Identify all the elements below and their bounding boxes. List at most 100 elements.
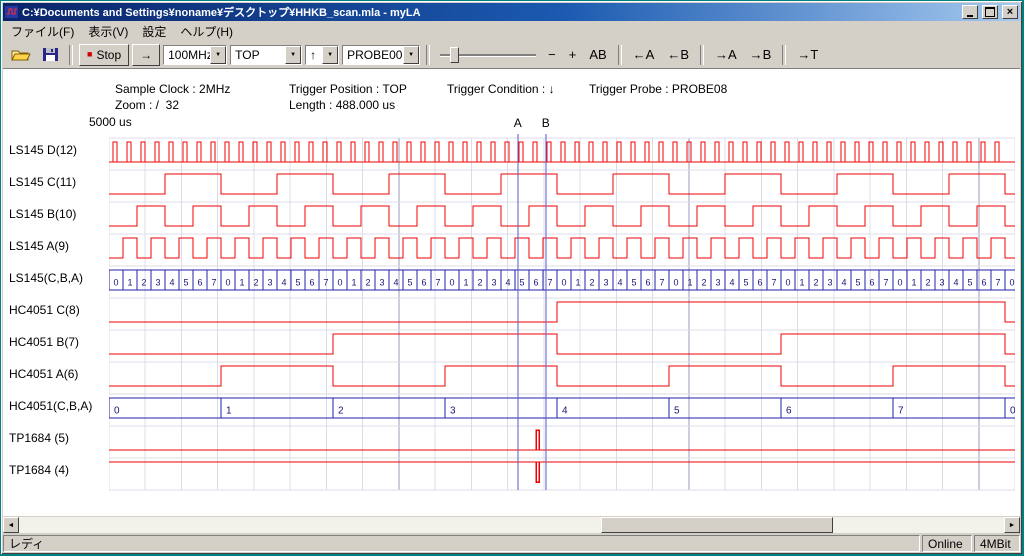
svg-text:3: 3 — [491, 278, 496, 288]
menu-help[interactable]: ヘルプ(H) — [173, 21, 240, 42]
goto-trigger-button[interactable]: →T — [792, 44, 823, 66]
waveform-canvas[interactable]: 0123456701234567012345670123456701234567… — [109, 132, 1015, 492]
sample-clock-value: 100MHz — [164, 48, 210, 62]
svg-text:7: 7 — [771, 278, 776, 288]
channel-label[interactable]: TP1684 (5) — [9, 431, 69, 445]
zoom-in-button[interactable]: + — [564, 44, 582, 66]
trigger-edge-value: ↑ — [306, 48, 322, 62]
trigger-probe-value: PROBE00 — [343, 48, 403, 62]
minimize-button[interactable] — [962, 5, 978, 19]
window-title: C:¥Documents and Settings¥noname¥デスクトップ¥… — [22, 4, 958, 20]
svg-text:3: 3 — [267, 278, 272, 288]
svg-text:2: 2 — [338, 406, 344, 417]
zoom-slider[interactable] — [440, 45, 536, 65]
channel-label[interactable]: TP1684 (4) — [9, 463, 69, 477]
svg-text:3: 3 — [939, 278, 944, 288]
toolbar-separator — [618, 45, 622, 65]
goto-cursor-a-left-button[interactable]: ←A — [628, 44, 660, 66]
trigger-position-info: Trigger Position : TOP — [289, 82, 407, 96]
scroll-right-button[interactable]: ► — [1004, 517, 1020, 533]
chevron-down-icon[interactable]: ▼ — [403, 46, 419, 64]
goto-cursor-a-right-button[interactable]: →A — [710, 44, 742, 66]
svg-text:1: 1 — [911, 278, 916, 288]
chevron-down-icon[interactable]: ▼ — [285, 46, 301, 64]
svg-text:1: 1 — [463, 278, 468, 288]
channel-label[interactable]: HC4051 C(8) — [9, 303, 80, 317]
svg-text:0: 0 — [897, 278, 902, 288]
run-arrow-icon: → — [140, 48, 152, 62]
svg-text:5: 5 — [407, 278, 412, 288]
channel-label[interactable]: LS145 C(11) — [9, 175, 76, 189]
channel-label[interactable]: LS145 D(12) — [9, 143, 77, 157]
svg-text:2: 2 — [813, 278, 818, 288]
svg-text:6: 6 — [645, 278, 650, 288]
chevron-down-icon[interactable]: ▼ — [210, 46, 226, 64]
svg-text:1: 1 — [239, 278, 244, 288]
svg-text:5: 5 — [519, 278, 524, 288]
channel-label[interactable]: LS145(C,B,A) — [9, 271, 83, 285]
svg-text:5: 5 — [295, 278, 300, 288]
svg-text:7: 7 — [898, 406, 904, 417]
open-button[interactable] — [8, 44, 34, 66]
svg-text:2: 2 — [141, 278, 146, 288]
svg-text:0: 0 — [114, 406, 120, 417]
svg-text:5: 5 — [183, 278, 188, 288]
ab-span-button[interactable]: AB — [584, 44, 611, 66]
goto-cursor-b-right-button[interactable]: →B — [745, 44, 777, 66]
zoom-out-button[interactable]: − — [543, 44, 561, 66]
svg-text:2: 2 — [701, 278, 706, 288]
svg-text:7: 7 — [323, 278, 328, 288]
app-icon — [5, 5, 19, 19]
status-memory: 4MBit — [974, 535, 1020, 552]
menu-bar: ファイル(F) 表示(V) 設定 ヘルプ(H) — [3, 21, 1020, 41]
status-ready: レディ — [3, 535, 920, 552]
channel-label[interactable]: HC4051 B(7) — [9, 335, 79, 349]
svg-text:0: 0 — [673, 278, 678, 288]
goto-cursor-b-left-button[interactable]: ←B — [662, 44, 694, 66]
channel-label[interactable]: HC4051 A(6) — [9, 367, 78, 381]
trigger-probe-select[interactable]: PROBE00 ▼ — [342, 45, 420, 65]
title-bar[interactable]: C:¥Documents and Settings¥noname¥デスクトップ¥… — [3, 3, 1020, 21]
svg-text:3: 3 — [155, 278, 160, 288]
status-bar: レディ Online 4MBit — [3, 533, 1020, 552]
svg-text:1: 1 — [127, 278, 132, 288]
run-button[interactable]: → — [132, 44, 160, 66]
save-button[interactable] — [37, 44, 63, 66]
trigger-edge-select[interactable]: ↑ ▼ — [305, 45, 339, 65]
svg-text:4: 4 — [841, 278, 846, 288]
scroll-left-button[interactable]: ◄ — [3, 517, 19, 533]
channel-label[interactable]: LS145 A(9) — [9, 239, 69, 253]
svg-text:4: 4 — [953, 278, 958, 288]
svg-text:2: 2 — [925, 278, 930, 288]
zoom-slider-thumb[interactable] — [450, 47, 459, 63]
menu-file[interactable]: ファイル(F) — [4, 21, 81, 42]
svg-text:1: 1 — [226, 406, 232, 417]
svg-text:7: 7 — [435, 278, 440, 288]
svg-text:7: 7 — [547, 278, 552, 288]
scrollbar-thumb[interactable] — [601, 517, 833, 533]
svg-text:2: 2 — [589, 278, 594, 288]
trigger-probe-info: Trigger Probe : PROBE08 — [589, 82, 727, 96]
svg-text:5: 5 — [855, 278, 860, 288]
svg-text:6: 6 — [757, 278, 762, 288]
trigger-position-select[interactable]: TOP ▼ — [230, 45, 302, 65]
svg-text:3: 3 — [603, 278, 608, 288]
svg-text:3: 3 — [450, 406, 456, 417]
toolbar-separator — [782, 45, 786, 65]
svg-text:0: 0 — [1009, 278, 1014, 288]
chevron-down-icon[interactable]: ▼ — [322, 46, 338, 64]
svg-text:1: 1 — [687, 278, 692, 288]
svg-text:5: 5 — [967, 278, 972, 288]
open-folder-icon — [11, 47, 31, 62]
menu-view[interactable]: 表示(V) — [81, 21, 135, 42]
sample-clock-select[interactable]: 100MHz ▼ — [163, 45, 227, 65]
menu-settings[interactable]: 設定 — [135, 21, 173, 42]
maximize-button[interactable] — [982, 5, 998, 19]
close-button[interactable]: × — [1002, 5, 1018, 19]
channel-label[interactable]: HC4051(C,B,A) — [9, 399, 92, 413]
horizontal-scrollbar[interactable]: ◄ ► — [3, 517, 1020, 533]
svg-text:0: 0 — [561, 278, 566, 288]
app-window: C:¥Documents and Settings¥noname¥デスクトップ¥… — [1, 1, 1022, 554]
channel-label[interactable]: LS145 B(10) — [9, 207, 76, 221]
stop-button[interactable]: ■ Stop — [79, 44, 129, 66]
